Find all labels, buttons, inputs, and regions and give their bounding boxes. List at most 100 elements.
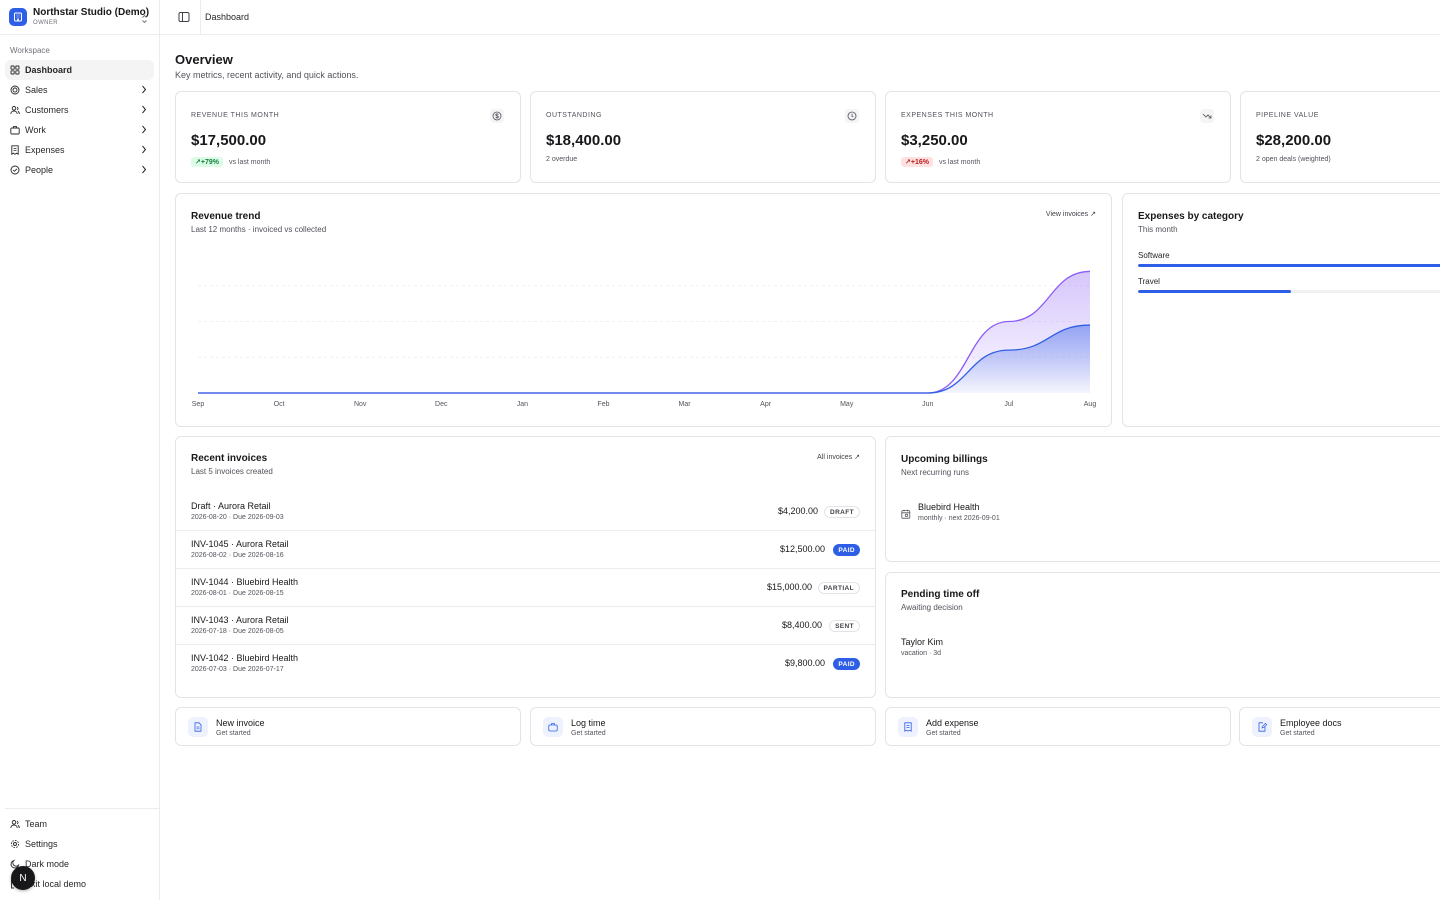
- stat-label: REVENUE THIS MONTH: [191, 112, 280, 119]
- sidebar-item-expenses[interactable]: Expenses: [5, 140, 154, 160]
- quick-action-new-invoice[interactable]: New invoice Get started: [175, 707, 521, 746]
- card-subtitle: This month: [1138, 225, 1178, 234]
- stat-footnote: vs last month: [938, 158, 981, 166]
- stat-label: EXPENSES THIS MONTH: [901, 112, 994, 119]
- receipt-icon: [10, 145, 20, 155]
- x-tick-label: Feb: [597, 401, 610, 408]
- sidebar-item-label: Expenses: [25, 145, 65, 155]
- invoice-title: INV-1045 · Aurora Retail: [191, 539, 289, 549]
- series-line-2: [198, 324, 1091, 394]
- pending-time-off-card: Pending time off Awaiting decision Taylo…: [885, 572, 1440, 698]
- status-badge: DRAFT: [823, 506, 860, 518]
- chevron-right-icon: [141, 125, 147, 136]
- quick-action-subtitle: Get started: [1280, 730, 1315, 737]
- sidebar-item-settings[interactable]: Settings: [5, 834, 154, 854]
- target-icon: [10, 85, 20, 95]
- sidebar-item-work[interactable]: Work: [5, 120, 154, 140]
- topbar-divider: [200, 0, 201, 34]
- sidebar-item-customers[interactable]: Customers: [5, 100, 154, 120]
- receipt-icon: [898, 717, 918, 737]
- chevron-right-icon: [141, 105, 147, 116]
- sidebar-item-label: Customers: [25, 105, 69, 115]
- quick-action-log-time[interactable]: Log time Get started: [530, 707, 876, 746]
- revenue-trend-chart: [198, 270, 1091, 394]
- workspace-switcher[interactable]: Northstar Studio (Demo) OWNER: [0, 0, 159, 35]
- card-title: Upcoming billings: [901, 454, 988, 465]
- trend-percent: +16%: [910, 159, 929, 166]
- quick-action-subtitle: Get started: [571, 730, 606, 737]
- quick-action-employee-docs[interactable]: Employee docs Get started: [1239, 707, 1440, 746]
- chevron-right-icon: [141, 165, 147, 176]
- x-tick-label: Sep: [191, 401, 205, 408]
- quick-action-title: New invoice: [216, 718, 265, 728]
- recent-invoices-card: Recent invoices Last 5 invoices created …: [175, 436, 876, 698]
- stat-footnote: 2 open deals (weighted): [1256, 156, 1331, 163]
- sidebar-item-people[interactable]: People: [5, 160, 154, 180]
- trend-percent: +79%: [200, 159, 219, 166]
- stat-footer: ↗+79% vs last month: [191, 157, 270, 167]
- x-tick-label: Oct: [273, 401, 285, 408]
- sidebar-item-label: People: [25, 165, 54, 175]
- sidebar-item-label: Settings: [25, 839, 58, 849]
- sidebar-item-dashboard[interactable]: Dashboard: [5, 60, 154, 80]
- topbar: Dashboard: [160, 0, 1440, 35]
- card-subtitle: Next recurring runs: [901, 468, 970, 477]
- table-row[interactable]: INV-1043 · Aurora Retail 2026-07-18 · Du…: [176, 607, 875, 645]
- trending-down-icon: [1200, 109, 1214, 123]
- status-badge: PARTIAL: [817, 582, 860, 594]
- card-title: Pending time off: [901, 589, 980, 600]
- workspace-role: OWNER: [33, 20, 58, 26]
- sidebar-item-sales[interactable]: Sales: [5, 80, 154, 100]
- stat-card-expenses: EXPENSES THIS MONTH $3,250.00 ↗+16% vs l…: [885, 91, 1231, 183]
- table-row[interactable]: INV-1044 · Bluebird Health 2026-08-01 · …: [176, 569, 875, 607]
- nav-section-label: Workspace: [10, 46, 50, 55]
- sidebar-toggle-icon[interactable]: [178, 11, 190, 23]
- category-bar-track: [1138, 290, 1440, 293]
- table-row[interactable]: Draft · Aurora Retail 2026-08-20 · Due 2…: [176, 493, 875, 531]
- x-tick-label: Nov: [353, 401, 367, 408]
- stat-footnote: vs last month: [228, 158, 271, 166]
- clock-icon: [845, 109, 859, 123]
- table-row[interactable]: INV-1045 · Aurora Retail 2026-08-02 · Du…: [176, 531, 875, 569]
- revenue-trend-card: Revenue trend Last 12 months · invoiced …: [175, 193, 1112, 427]
- users-icon: [10, 105, 20, 115]
- stat-label: OUTSTANDING: [546, 112, 602, 119]
- stat-value: $3,250.00: [901, 132, 968, 149]
- sidebar-item-team[interactable]: Team: [5, 814, 154, 834]
- invoice-dates: 2026-07-03 · Due 2026-07-17: [191, 666, 284, 673]
- calendar-clock-icon: [901, 507, 911, 522]
- card-subtitle: Awaiting decision: [901, 603, 963, 612]
- avatar[interactable]: N: [11, 866, 35, 890]
- x-tick-label: Jan: [516, 401, 529, 408]
- invoice-dates: 2026-07-18 · Due 2026-08-05: [191, 628, 284, 635]
- sidebar-item-label: Dark mode: [25, 859, 70, 869]
- status-badge: PAID: [833, 544, 860, 556]
- sidebar-item-label: Work: [25, 125, 46, 135]
- invoice-dates: 2026-08-20 · Due 2026-09-03: [191, 514, 284, 521]
- stat-label: PIPELINE VALUE: [1256, 112, 1319, 119]
- expenses-by-category-card: Expenses by category This month Software…: [1122, 193, 1440, 427]
- x-tick-label: Jul: [1004, 401, 1014, 408]
- invoice-dates: 2026-08-02 · Due 2026-08-16: [191, 552, 284, 559]
- x-tick-label: Aug: [1083, 401, 1097, 408]
- invoice-amount: $12,500.00: [779, 544, 825, 554]
- stat-card-outstanding: OUTSTANDING $18,400.00 2 overdue: [530, 91, 876, 183]
- table-row[interactable]: INV-1042 · Bluebird Health 2026-07-03 · …: [176, 645, 875, 683]
- quick-action-add-expense[interactable]: Add expense Get started: [885, 707, 1231, 746]
- page-title: Overview: [175, 52, 233, 67]
- stat-card-pipeline: PIPELINE VALUE $28,200.00 2 open deals (…: [1240, 91, 1440, 183]
- invoice-amount: $15,000.00: [766, 582, 812, 592]
- trend-up-badge: ↗+16%: [901, 157, 933, 167]
- x-tick-label: Jun: [922, 401, 934, 408]
- quick-action-title: Log time: [571, 718, 606, 728]
- all-invoices-link[interactable]: All invoices ↗: [817, 453, 860, 461]
- x-tick-label: May: [840, 401, 854, 408]
- dollar-icon: [490, 109, 504, 123]
- invoice-title: Draft · Aurora Retail: [191, 501, 271, 511]
- page-subtitle: Key metrics, recent activity, and quick …: [175, 70, 359, 80]
- chevrons-up-down-icon: [141, 12, 148, 27]
- stat-value: $17,500.00: [191, 132, 267, 149]
- quick-action-subtitle: Get started: [216, 730, 251, 737]
- category-row: Travel: [1138, 277, 1440, 293]
- invoice-dates: 2026-08-01 · Due 2026-08-15: [191, 590, 284, 597]
